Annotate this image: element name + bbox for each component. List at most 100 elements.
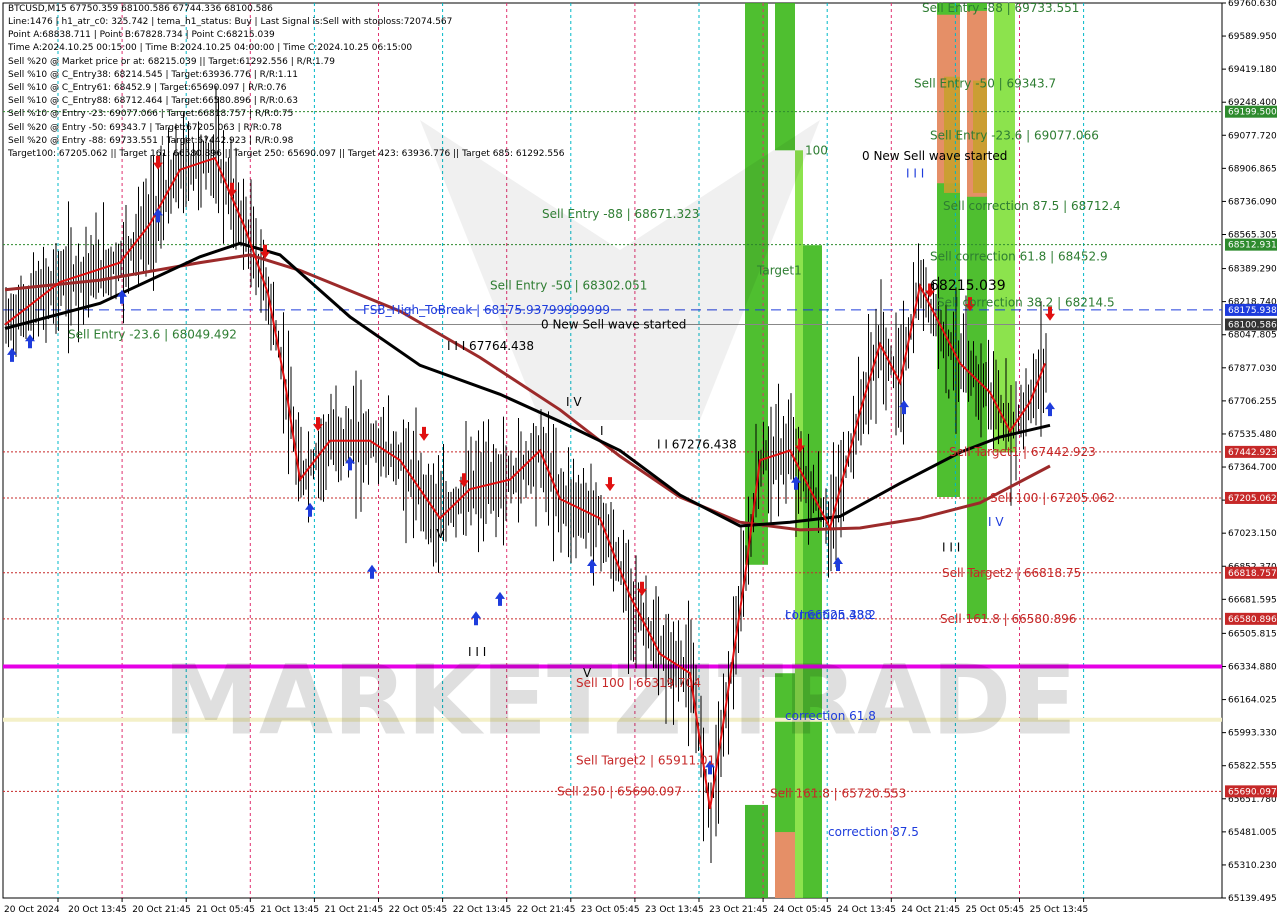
chart-annotation: Sell Entry -88 | 68671.323	[542, 207, 699, 221]
time-tick-label: 20 Oct 21:45	[132, 905, 191, 915]
chart-annotation: 0 New Sell wave started	[541, 318, 686, 332]
info-line: Line:1476 | h1_atr_c0: 325.742 | tema_h1…	[8, 17, 453, 27]
time-tick-label: 21 Oct 05:45	[196, 905, 255, 915]
chart-annotation: Sell Entry -23.6 | 68049.492	[68, 327, 237, 341]
price-badge-label: 69199.500	[1228, 108, 1277, 118]
chart-annotation: Sell 161.8 | 65720.553	[770, 786, 906, 800]
price-tick-label: 65139.495	[1228, 894, 1277, 904]
price-tick-label: 68047.805	[1228, 331, 1277, 341]
price-badge-label: 67205.062	[1228, 494, 1277, 504]
time-tick-label: 21 Oct 21:45	[325, 905, 384, 915]
time-tick-label: 22 Oct 21:45	[517, 905, 576, 915]
info-line: Sell %10 @ C_Entry88: 68712.464 | Target…	[8, 96, 298, 107]
price-axis: 69760.63069589.95069419.18069248.4006907…	[1222, 0, 1277, 904]
price-tick-label: 67364.700	[1228, 463, 1277, 473]
info-line: Point A:68838.711 | Point B:67828.734 | …	[8, 30, 275, 41]
price-tick-label: 69419.180	[1228, 65, 1277, 75]
chart-annotation: I I I	[906, 167, 924, 181]
chart-annotation: Sell Entry -23.6 | 69077.066	[930, 128, 1099, 142]
watermark-text: MARKETZITRADE	[163, 644, 1077, 756]
chart-annotation: Sell correction 38.2 | 68214.5	[937, 295, 1115, 309]
time-tick-label: 22 Oct 05:45	[389, 905, 448, 915]
price-tick-label: 65310.230	[1228, 861, 1277, 871]
price-badge-label: 67442.923	[1228, 448, 1277, 458]
chart-annotation: Sell Target2 | 65911.01	[576, 753, 715, 767]
price-tick-label: 66334.880	[1228, 662, 1277, 672]
chart-annotation: I	[600, 424, 604, 438]
chart-annotation: Sell 161.8 | 66580.896	[940, 612, 1076, 626]
chart-annotation: Sell correction 87.5 | 68712.4	[943, 199, 1121, 213]
chart-annotation: correction 87.5	[828, 825, 919, 839]
chart-annotation: I V	[429, 527, 445, 541]
price-tick-label: 65993.330	[1228, 729, 1277, 739]
chart-annotation: I I I	[468, 645, 486, 659]
chart-annotation: Sell Target2 | 66818.75	[942, 566, 1081, 580]
chart-annotation: 0 New Sell wave started	[862, 149, 1007, 163]
signal-zone	[745, 804, 768, 898]
chart-annotation: correction 38.2	[785, 608, 876, 622]
info-line: Sell %20 @ Entry -88: 69733.551 | Target…	[8, 135, 294, 146]
info-line: Target100: 67205.062 || Target 161: 6658…	[8, 149, 565, 159]
time-tick-label: 25 Oct 05:45	[966, 905, 1025, 915]
price-badge-label: 68512.931	[1228, 241, 1277, 251]
time-tick-label: 23 Oct 13:45	[645, 905, 704, 915]
time-tick-label: 20 Oct 2024	[4, 905, 60, 915]
chart-annotation: I I 67276.438	[657, 438, 737, 452]
price-tick-label: 69760.630	[1228, 0, 1277, 9]
price-tick-label: 68389.290	[1228, 265, 1277, 275]
price-tick-label: 67023.150	[1228, 529, 1277, 539]
price-badge-label: 68175.938	[1228, 306, 1277, 316]
chart-annotation: Sell 250 | 65690.097	[557, 784, 682, 798]
price-badge-label: 68100.586	[1228, 321, 1277, 331]
time-tick-label: 23 Oct 05:45	[581, 905, 640, 915]
time-tick-label: 25 Oct 13:45	[1030, 905, 1089, 915]
info-line: Sell %20 @ Entry -50: 69343.7 | Target:6…	[8, 122, 282, 133]
price-badge-label: 66580.896	[1228, 615, 1277, 625]
chart-annotation: Sell 100 | 67205.062	[990, 491, 1115, 505]
chart-annotation: Sell correction 61.8 | 68452.9	[930, 249, 1108, 263]
chart-annotation: 100	[805, 143, 828, 157]
info-line: Sell %10 @ C_Entry38: 68214.545 | Target…	[8, 69, 298, 80]
time-tick-label: 22 Oct 13:45	[453, 905, 512, 915]
signal-zone	[775, 832, 795, 898]
time-tick-label: 24 Oct 13:45	[837, 905, 896, 915]
info-line: Time A:2024.10.25 00:15:00 | Time B:2024…	[8, 43, 413, 54]
chart-annotation: Sell 100 | 66319.704	[576, 676, 701, 690]
price-badge-label: 66818.757	[1228, 569, 1277, 579]
price-tick-label: 68906.865	[1228, 164, 1277, 174]
chart-annotation: I I I	[942, 540, 960, 554]
chart-annotation: Sell Entry -88 | 69733.551	[922, 1, 1079, 15]
chart-annotation: Sell Entry -50 | 69343.7	[914, 77, 1056, 91]
price-tick-label: 67877.030	[1228, 364, 1277, 374]
price-tick-label: 67535.480	[1228, 430, 1277, 440]
chart-annotation: I I I 67764.438	[447, 339, 534, 353]
price-tick-label: 65822.555	[1228, 762, 1277, 772]
chart-annotation: I V	[566, 395, 582, 409]
price-tick-label: 69077.720	[1228, 131, 1277, 141]
chart-annotation: FSB_High_ToBreak | 68175.93799999999	[363, 303, 610, 317]
chart-annotation: correction 61.8	[785, 709, 876, 723]
chart-annotation: Sell Target1 | 67442.923	[949, 445, 1096, 459]
price-tick-label: 66505.815	[1228, 629, 1277, 639]
chart-annotation: Sell Entry -50 | 68302.051	[490, 278, 647, 292]
chart-annotation: I	[947, 387, 951, 401]
time-tick-label: 24 Oct 21:45	[901, 905, 960, 915]
time-tick-label: 20 Oct 13:45	[68, 905, 127, 915]
price-badge-label: 65690.097	[1228, 787, 1277, 797]
signal-zone	[775, 3, 795, 151]
info-line: Sell %10 @ C_Entry61: 68452.9 | Target:6…	[8, 83, 287, 93]
time-tick-label: 23 Oct 21:45	[709, 905, 768, 915]
price-tick-label: 65481.005	[1228, 828, 1277, 838]
info-line: Sell %10 @ Entry -23: 69077.066 | Target…	[8, 109, 294, 120]
price-tick-label: 67706.255	[1228, 397, 1277, 407]
signal-zone	[994, 3, 1015, 453]
symbol-line: BTCUSD,M15 67750.359 68100.586 67744.336…	[8, 4, 273, 14]
price-tick-label: 66164.025	[1228, 696, 1277, 706]
chart-annotation: Target1	[756, 263, 802, 277]
chart-annotation: 68215.039	[930, 278, 1006, 294]
price-tick-label: 66681.595	[1228, 595, 1277, 605]
price-tick-label: 69589.950	[1228, 32, 1277, 42]
chart-annotation: I V	[988, 515, 1004, 529]
info-line: Sell %20 @ Market price or at: 68215.039…	[8, 56, 335, 67]
time-tick-label: 21 Oct 13:45	[260, 905, 319, 915]
